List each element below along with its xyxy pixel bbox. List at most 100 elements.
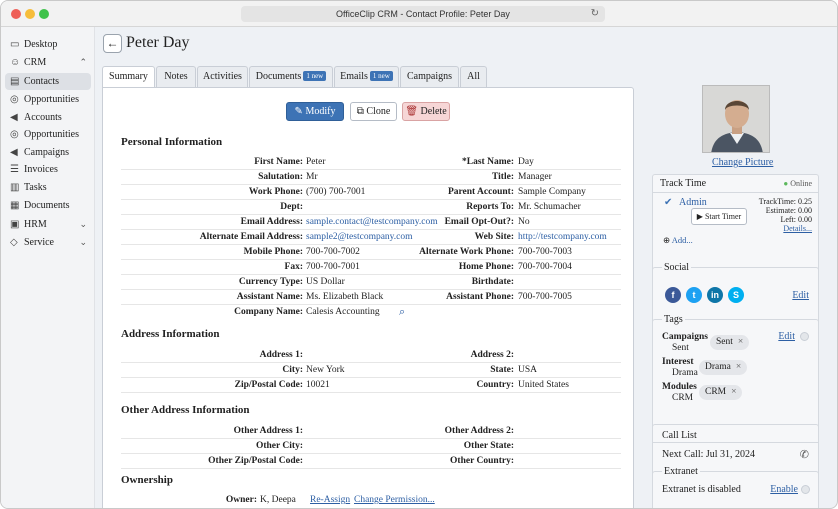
add-time-button[interactable]: ⊕ Add... (663, 235, 693, 246)
personal-label: Work Phone: (248, 187, 303, 197)
sidebar-item-tasks[interactable]: ▥ Tasks (5, 179, 91, 196)
sidebar-item-invoices[interactable]: ☰ Invoices (5, 161, 91, 178)
personal-value: 700-700-7005 (518, 292, 572, 302)
sidebar-item-crm[interactable]: ☺ CRM ⌃ (5, 54, 91, 71)
form-row: Currency Type: US Dollar Birthdate: (121, 275, 621, 290)
remove-tag-icon[interactable]: × (738, 337, 743, 347)
back-button[interactable]: ← (103, 34, 122, 53)
desktop-icon: ▭ (10, 39, 20, 50)
change-permission-link[interactable]: Change Permission... (354, 493, 435, 507)
reload-icon[interactable]: ↻ (591, 6, 599, 22)
personal-value: 700-700-7004 (518, 262, 572, 272)
personal-label: First Name: (254, 157, 303, 167)
other_address-label: Other Address 1: (233, 426, 303, 436)
money-bag-icon: ◎ (10, 129, 19, 140)
tag-pill[interactable]: CRM × (699, 385, 743, 400)
sidebar-item-hrm[interactable]: ▣ HRM ⌄ (5, 216, 91, 233)
extranet-status: Extranet is disabled (662, 484, 741, 495)
personal-heading: Personal Information (121, 136, 223, 148)
modify-button[interactable]: ✎ Modify (286, 102, 344, 121)
sidebar-item-label: Accounts (24, 112, 62, 123)
tracktime-value: TrackTime: 0.25 (758, 197, 812, 206)
tag-pill[interactable]: Drama × (699, 360, 748, 375)
clone-button[interactable]: ⧉ Clone (350, 102, 397, 121)
address-label: Country: (476, 380, 514, 390)
window-title: OfficeClip CRM - Contact Profile: Peter … (336, 9, 510, 19)
change-picture-link[interactable]: Change Picture (712, 157, 773, 168)
add-label: Add... (671, 235, 693, 245)
tag-group-name: Campaigns (662, 332, 708, 342)
sidebar-item-service[interactable]: ◇ Service ⌄ (5, 234, 91, 251)
extranet-card: Extranet Extranet is disabled Enable (652, 466, 819, 508)
owner-value: K, Deepa (260, 495, 296, 505)
contacts-icon: ▤ (10, 76, 20, 87)
search-icon[interactable]: ⌕ (399, 305, 405, 319)
personal-value: Manager (518, 172, 552, 182)
form-row: Dept: Reports To: Mr. Schumacher (121, 200, 621, 215)
twitter-icon[interactable]: t (686, 287, 702, 303)
tab-emails[interactable]: Emails 1 new (334, 66, 399, 87)
right-panel: Change Picture Track Time ● Online ✔ Adm… (641, 27, 837, 508)
close-window-button[interactable] (11, 9, 21, 19)
tab-campaigns[interactable]: Campaigns (400, 66, 459, 87)
tab-documents[interactable]: Documents 1 new (249, 66, 333, 87)
tag-label: Drama (705, 362, 731, 372)
tags-help-icon[interactable] (800, 332, 809, 341)
tags-edit-link[interactable]: Edit (778, 331, 795, 342)
divider (653, 442, 818, 443)
admin-link[interactable]: Admin (679, 197, 707, 208)
phone-icon[interactable]: ✆ (800, 448, 809, 461)
start-timer-button[interactable]: ▶ Start Timer (691, 208, 747, 225)
social-edit-link[interactable]: Edit (792, 290, 809, 301)
sidebar-item-accounts[interactable]: ◀ Accounts (5, 109, 91, 126)
personal-value[interactable]: http://testcompany.com (518, 230, 607, 244)
tag-pill[interactable]: Sent × (710, 335, 750, 350)
tag-group-name: Modules (662, 382, 697, 392)
divider (653, 192, 818, 193)
details-link[interactable]: Details... (759, 224, 812, 233)
trash-icon: 🗑 (405, 106, 419, 117)
tab-label: Campaigns (407, 71, 452, 82)
sidebar-item-opportunities[interactable]: ◎ Opportunities (5, 91, 91, 108)
remove-tag-icon[interactable]: × (736, 362, 741, 372)
personal-label: Mobile Phone: (243, 247, 303, 257)
sidebar-item-opportunities[interactable]: ◎ Opportunities (5, 126, 91, 143)
tag-group-value: Drama (672, 368, 698, 378)
sidebar-item-label: HRM (24, 219, 47, 230)
money-bag-icon: ◎ (10, 94, 19, 105)
address-label: City: (282, 365, 303, 375)
sidebar-item-desktop[interactable]: ▭ Desktop (5, 36, 91, 53)
next-call-text: Next Call: Jul 31, 2024 (662, 449, 756, 460)
linkedin-icon[interactable]: in (707, 287, 723, 303)
personal-label: Home Phone: (458, 262, 514, 272)
tab-notes[interactable]: Notes (156, 66, 196, 87)
check-shield-icon: ✔ (664, 197, 673, 208)
tab-summary[interactable]: Summary (102, 66, 155, 88)
delete-button[interactable]: 🗑 Delete (402, 102, 450, 121)
maximize-window-button[interactable] (39, 9, 49, 19)
sidebar-item-contacts[interactable]: ▤ Contacts (5, 73, 91, 90)
call-list-title: Call List (662, 430, 697, 441)
ownership-heading: Ownership (121, 474, 173, 486)
other_address-heading: Other Address Information (121, 404, 250, 416)
other_address-label: Other Address 2: (444, 426, 514, 436)
address-bar[interactable]: OfficeClip CRM - Contact Profile: Peter … (241, 6, 605, 22)
minimize-window-button[interactable] (25, 9, 35, 19)
tab-label: All (467, 71, 480, 82)
remove-tag-icon[interactable]: × (731, 387, 736, 397)
tab-activities[interactable]: Activities (197, 66, 248, 87)
personal-label: Assistant Name: (236, 292, 303, 302)
extranet-enable-link[interactable]: Enable (770, 484, 798, 495)
extranet-help-icon[interactable] (801, 485, 810, 494)
form-row: Other Address 1: Other Address 2: (121, 424, 621, 439)
reassign-link[interactable]: Re-Assign (310, 493, 350, 507)
personal-label: Parent Account: (447, 187, 514, 197)
sidebar-item-documents[interactable]: ▦ Documents (5, 197, 91, 214)
personal-label: Dept: (280, 202, 303, 212)
sidebar-item-campaigns[interactable]: ◀ Campaigns (5, 144, 91, 161)
tab-all[interactable]: All (460, 66, 487, 87)
personal-label: Web Site: (474, 232, 514, 242)
facebook-icon[interactable]: f (665, 287, 681, 303)
personal-value: Peter (306, 157, 326, 167)
skype-icon[interactable]: S (728, 287, 744, 303)
